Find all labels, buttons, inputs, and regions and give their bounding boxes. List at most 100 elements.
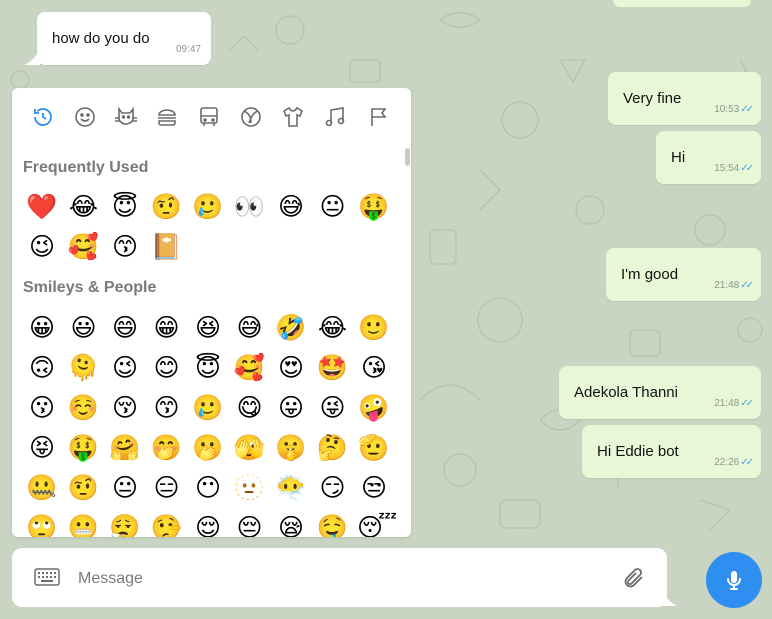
emoji-button[interactable]: 😶‍🌫️ <box>274 471 308 505</box>
emoji-button[interactable]: 🤑 <box>67 431 101 465</box>
mic-button[interactable] <box>706 552 762 608</box>
emoji-button[interactable]: 🤣 <box>274 311 308 345</box>
message-time: 21:48 <box>714 280 740 291</box>
emoji-button[interactable]: 🤪 <box>357 391 391 425</box>
emoji-button[interactable]: 🤗 <box>108 431 142 465</box>
emoji-button[interactable]: 😁 <box>150 311 184 345</box>
emoji-button[interactable]: 😶 <box>191 471 225 505</box>
emoji-button[interactable]: 😛 <box>274 391 308 425</box>
bus-icon[interactable] <box>194 102 224 132</box>
message-bubble[interactable]: Hi 15:54✓✓ <box>656 131 761 184</box>
emoji-button[interactable]: 😙 <box>150 391 184 425</box>
cat-icon[interactable] <box>111 102 141 132</box>
emoji-button[interactable]: 📔 <box>150 230 184 264</box>
emoji-button[interactable]: 😏 <box>316 471 350 505</box>
emoji-button[interactable]: 😙 <box>108 230 142 264</box>
recent-icon[interactable] <box>28 102 58 132</box>
message-composer <box>12 548 667 607</box>
emoji-button[interactable]: 🥲 <box>191 391 225 425</box>
emoji-button[interactable]: 🥰 <box>233 351 267 385</box>
emoji-button[interactable]: 🤨 <box>67 471 101 505</box>
emoji-button[interactable]: 😅 <box>233 311 267 345</box>
emoji-button[interactable]: 🫠 <box>67 351 101 385</box>
message-bubble[interactable]: Hi Eddie bot 22:26✓✓ <box>582 425 761 478</box>
message-time: 15:54 <box>714 163 740 174</box>
emoji-button[interactable]: 🥰 <box>67 230 101 264</box>
message-bubble[interactable]: how do you do 09:47 <box>37 12 211 65</box>
emoji-button[interactable]: 🙂 <box>357 311 391 345</box>
emoji-button[interactable]: 😍 <box>274 351 308 385</box>
food-icon[interactable] <box>152 102 182 132</box>
emoji-button[interactable]: 😮‍💨 <box>108 511 142 537</box>
emoji-button[interactable]: 🤐 <box>25 471 59 505</box>
emoji-button[interactable]: 🤩 <box>316 351 350 385</box>
emoji-scrollbar[interactable] <box>405 148 410 166</box>
emoji-button[interactable]: 🫥 <box>233 471 267 505</box>
emoji-button[interactable]: 😝 <box>25 431 59 465</box>
message-bubble[interactable]: I'm good 21:48✓✓ <box>606 248 761 301</box>
emoji-button[interactable]: ❤️ <box>25 190 59 224</box>
emoji-button[interactable]: 😪 <box>274 511 308 537</box>
attach-icon[interactable] <box>622 566 646 590</box>
emoji-button[interactable]: 😑 <box>150 471 184 505</box>
message-meta: 21:48✓✓ <box>714 394 754 414</box>
emoji-panel: Frequently Used ❤️ 😂 😇 🤨 🥲 👀 😅 😐 🤑 😉 🥰 😙 📔 Smileys &… <box>12 88 411 537</box>
emoji-button[interactable]: 😋 <box>233 391 267 425</box>
smiley-icon[interactable] <box>70 102 100 132</box>
emoji-button[interactable]: 😘 <box>357 351 391 385</box>
message-time: 09:47 <box>175 44 201 55</box>
emoji-button[interactable]: 🙄 <box>25 511 59 537</box>
message-text: I'm good <box>621 265 679 283</box>
emoji-button[interactable]: 🤤 <box>316 511 350 537</box>
emoji-button[interactable]: 🤭 <box>150 431 184 465</box>
emoji-button[interactable]: 😐 <box>316 190 350 224</box>
emoji-button[interactable]: 🤑 <box>357 190 391 224</box>
bubble-tail <box>733 109 749 125</box>
keyboard-icon[interactable] <box>34 568 60 586</box>
emoji-button[interactable]: 😗 <box>25 391 59 425</box>
read-receipt-icon: ✓✓ <box>740 457 754 468</box>
emoji-button[interactable]: 😃 <box>67 311 101 345</box>
emoji-button[interactable]: 😐 <box>108 471 142 505</box>
emoji-button[interactable]: 🫢 <box>191 431 225 465</box>
shirt-icon[interactable] <box>278 102 308 132</box>
emoji-button[interactable]: 😄 <box>108 311 142 345</box>
emoji-button[interactable]: 😇 <box>108 190 142 224</box>
emoji-button[interactable]: 👀 <box>233 190 267 224</box>
emoji-button[interactable]: 😉 <box>25 230 59 264</box>
emoji-button[interactable]: 😂 <box>316 311 350 345</box>
emoji-button[interactable]: 🥲 <box>191 190 225 224</box>
message-text: how do you do <box>52 29 150 47</box>
emoji-button[interactable]: 😚 <box>108 391 142 425</box>
emoji-button[interactable]: ☺️ <box>67 391 101 425</box>
emoji-button[interactable]: 😊 <box>150 351 184 385</box>
message-text: Hi <box>671 148 686 166</box>
emoji-button[interactable]: 🤨 <box>150 190 184 224</box>
emoji-button[interactable]: 🤔 <box>316 431 350 465</box>
bubble-tail <box>24 49 40 65</box>
emoji-button[interactable]: 😆 <box>191 311 225 345</box>
emoji-button[interactable]: 😔 <box>233 511 267 537</box>
message-bubble[interactable]: Adekola Thanni 21:48✓✓ <box>559 366 761 419</box>
emoji-button[interactable]: 😬 <box>67 511 101 537</box>
emoji-button[interactable]: 😂 <box>67 190 101 224</box>
music-icon[interactable] <box>320 102 350 132</box>
emoji-button[interactable]: 😴 <box>357 511 397 537</box>
emoji-button[interactable]: 🫣 <box>233 431 267 465</box>
emoji-button[interactable]: 😇 <box>191 351 225 385</box>
emoji-button[interactable]: 🤥 <box>150 511 184 537</box>
emoji-button[interactable]: 😉 <box>108 351 142 385</box>
flag-icon[interactable] <box>364 102 394 132</box>
emoji-button[interactable]: 🙃 <box>25 351 59 385</box>
emoji-button[interactable]: 🫡 <box>357 431 391 465</box>
message-input[interactable] <box>76 563 600 595</box>
emoji-button[interactable]: 😀 <box>25 311 59 345</box>
emoji-button[interactable]: 😜 <box>316 391 350 425</box>
emoji-button[interactable]: 😒 <box>357 471 391 505</box>
emoji-button[interactable]: 🤫 <box>274 431 308 465</box>
emoji-button[interactable]: 😌 <box>191 511 225 537</box>
emoji-button[interactable]: 😅 <box>274 190 308 224</box>
ball-icon[interactable] <box>236 102 266 132</box>
read-receipt-icon: ✓✓ <box>740 398 754 409</box>
smileys-title: Smileys & People <box>23 279 157 296</box>
